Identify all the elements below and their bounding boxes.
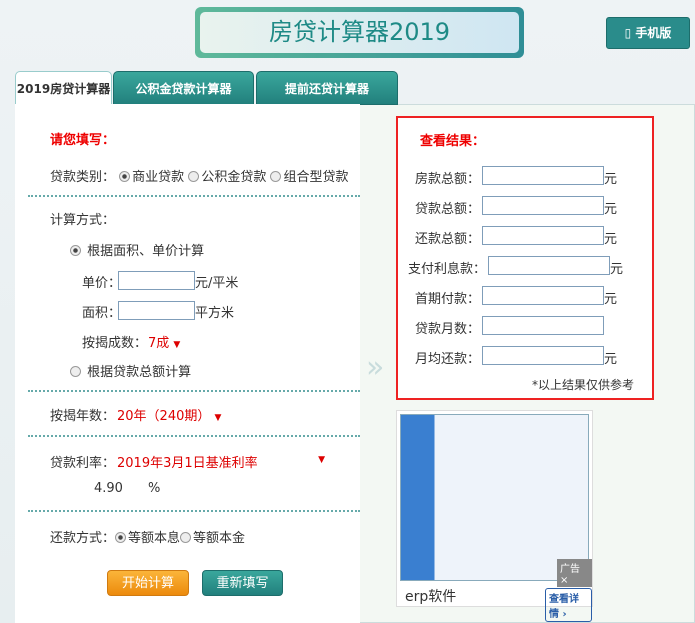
result-unit: 元 bbox=[604, 202, 618, 217]
divider bbox=[28, 195, 360, 197]
mobile-label: 手机版 bbox=[635, 26, 672, 40]
result-unit: 元 bbox=[604, 292, 618, 307]
repay-row: 还款方式： 等额本息 等额本金 bbox=[50, 527, 245, 546]
ad-title: erp软件 bbox=[405, 589, 457, 605]
loan-type-label: 贷款类别： bbox=[50, 170, 116, 185]
result-field bbox=[482, 316, 604, 335]
repay-label: 还款方式： bbox=[50, 531, 116, 546]
method-total-option[interactable]: 根据贷款总额计算 bbox=[70, 361, 191, 380]
result-label: 月均还款： bbox=[414, 352, 480, 367]
ad-tag-label: 广告 bbox=[560, 564, 580, 575]
ad-details-label: 查看详情 bbox=[549, 594, 579, 620]
unit-price-unit: 元/平米 bbox=[195, 276, 239, 291]
area-label: 面积： bbox=[82, 306, 122, 321]
result-label: 还款总额： bbox=[414, 232, 480, 247]
ad-tag[interactable]: 广告 × bbox=[557, 559, 592, 587]
ratio-select[interactable]: 7成 ▼ bbox=[148, 332, 180, 351]
unit-price-input[interactable] bbox=[118, 271, 195, 290]
result-label: 支付利息款： bbox=[407, 262, 486, 277]
divider bbox=[28, 510, 360, 512]
page-header: 房贷计算器2019 bbox=[195, 7, 524, 58]
rate-unit: % bbox=[148, 481, 161, 496]
unit-price-label: 单价： bbox=[82, 276, 122, 291]
method-area-label: 根据面积、单价计算 bbox=[87, 244, 205, 259]
phone-icon: ▯ bbox=[624, 26, 632, 40]
years-value: 20年（240期） bbox=[117, 409, 211, 424]
radio-equal-installment[interactable] bbox=[115, 532, 127, 543]
fill-title: 请您填写： bbox=[50, 133, 116, 148]
radio-provident[interactable] bbox=[188, 171, 200, 182]
repay-equal-installment: 等额本息 bbox=[128, 531, 181, 546]
radio-commercial[interactable] bbox=[119, 171, 131, 182]
radio-equal-principal[interactable] bbox=[180, 532, 192, 543]
tab-prepayment[interactable]: 提前还贷计算器 bbox=[256, 71, 398, 105]
divider bbox=[28, 390, 360, 392]
radio-method-total[interactable] bbox=[70, 366, 81, 377]
area-input[interactable] bbox=[118, 301, 195, 320]
page-title: 房贷计算器2019 bbox=[200, 12, 519, 53]
result-unit: 元 bbox=[610, 262, 624, 277]
dropdown-arrow-icon: ▼ bbox=[214, 413, 222, 423]
ratio-label: 按揭成数： bbox=[82, 336, 148, 351]
result-label: 房款总额： bbox=[414, 172, 480, 187]
results-box: 查看结果： 房款总额： 元贷款总额： 元还款总额： 元支付利息款： 元首期付款：… bbox=[396, 116, 654, 400]
calc-method-label: 计算方式： bbox=[50, 213, 116, 228]
result-unit: 元 bbox=[604, 172, 618, 187]
ad-image bbox=[400, 414, 589, 581]
dropdown-arrow-icon: ▼ bbox=[318, 455, 325, 465]
mobile-version-button[interactable]: ▯ 手机版 bbox=[606, 17, 690, 49]
result-label: 首期付款： bbox=[414, 292, 480, 307]
result-label: 贷款月数： bbox=[414, 322, 480, 337]
result-field bbox=[482, 166, 604, 185]
method-area-option[interactable]: 根据面积、单价计算 bbox=[70, 240, 204, 259]
loan-type-provident: 公积金贷款 bbox=[201, 170, 267, 185]
result-unit: 元 bbox=[604, 352, 618, 367]
method-total-label: 根据贷款总额计算 bbox=[87, 365, 192, 380]
result-field bbox=[482, 226, 604, 245]
years-label: 按揭年数： bbox=[50, 409, 116, 424]
loan-type-row: 贷款类别： 商业贷款 公积金贷款 组合型贷款 bbox=[50, 166, 348, 185]
repay-equal-principal: 等额本金 bbox=[193, 531, 246, 546]
reset-button[interactable]: 重新填写 bbox=[202, 570, 283, 596]
ad-close-icon[interactable]: × bbox=[560, 575, 568, 586]
results-note: *以上结果仅供参考 bbox=[531, 378, 634, 392]
result-field bbox=[482, 346, 604, 365]
result-field bbox=[482, 286, 604, 305]
tab-provident-fund[interactable]: 公积金贷款计算器 bbox=[113, 71, 254, 105]
divider bbox=[28, 435, 360, 437]
ad-panel[interactable]: 广告 × erp软件 查看详情 › bbox=[396, 410, 593, 622]
tab-mortgage-2019[interactable]: 2019房贷计算器 bbox=[15, 71, 112, 105]
start-button[interactable]: 开始计算 bbox=[107, 570, 189, 596]
rate-label: 贷款利率： bbox=[50, 456, 116, 471]
result-field bbox=[482, 196, 604, 215]
ratio-value: 7成 bbox=[148, 336, 170, 351]
arrow-right-icon: » bbox=[366, 350, 385, 385]
rate-value: 2019年3月1日基准利率 bbox=[117, 456, 258, 471]
result-unit: 元 bbox=[604, 232, 618, 247]
rate-number-input[interactable]: 4.90 bbox=[94, 481, 144, 500]
area-unit: 平方米 bbox=[195, 306, 235, 321]
radio-method-area[interactable] bbox=[70, 245, 81, 256]
ad-details-button[interactable]: 查看详情 › bbox=[545, 588, 592, 622]
years-select[interactable]: 20年（240期） ▼ bbox=[117, 405, 221, 424]
radio-combined[interactable] bbox=[270, 171, 282, 182]
loan-type-combined: 组合型贷款 bbox=[283, 170, 349, 185]
result-field bbox=[488, 256, 610, 275]
loan-type-commercial: 商业贷款 bbox=[132, 170, 185, 185]
dropdown-arrow-icon: ▼ bbox=[173, 340, 181, 350]
rate-select[interactable]: 2019年3月1日基准利率 ▼ bbox=[117, 452, 329, 471]
result-label: 贷款总额： bbox=[414, 202, 480, 217]
results-title: 查看结果： bbox=[420, 134, 486, 149]
